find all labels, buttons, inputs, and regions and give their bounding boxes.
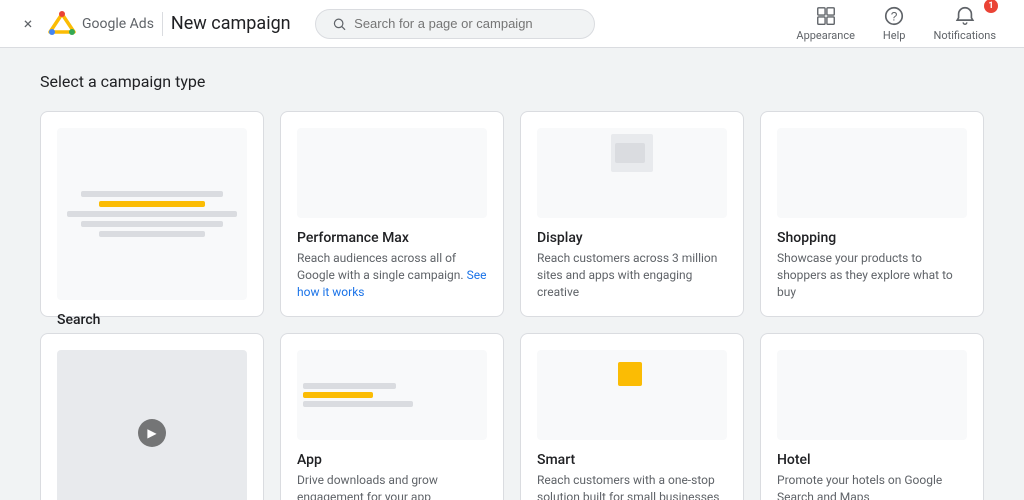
campaign-card-video[interactable]: ▶ Video Reach viewers on YouTube and get… [40,333,264,500]
app-card-name: App [297,452,487,468]
help-button[interactable]: ? Help [871,1,918,46]
google-ads-logo-icon [48,10,76,38]
content-area: Select a campaign type Search Get in fro… [0,48,1024,500]
notifications-button[interactable]: 1 Notifications [921,1,1008,46]
perf-card-desc: Reach audiences across all of Google wit… [297,250,487,300]
app-card-desc: Drive downloads and grow engagement for … [297,472,487,500]
help-icon: ? [883,5,905,27]
campaign-card-performance-max[interactable]: Performance Max Reach audiences across a… [280,111,504,317]
smart-card-name: Smart [537,452,727,468]
app-thumbnail [297,350,487,440]
smart-card-desc: Reach customers with a one-stop solution… [537,472,727,500]
shopping-thumbnail [777,128,967,218]
play-icon: ▶ [138,419,166,447]
header-divider [162,12,163,36]
appearance-icon [815,5,837,27]
page-title: New campaign [171,13,291,34]
smart-thumbnail [537,350,727,440]
app-container: × Google Ads New campaign [0,0,1024,500]
google-ads-logo: Google Ads [48,10,154,38]
logo-text: Google Ads [82,16,154,32]
appearance-button[interactable]: Appearance [784,1,867,46]
appearance-label: Appearance [796,29,855,42]
header: × Google Ads New campaign [0,0,1024,48]
help-label: Help [883,29,906,42]
display-card-desc: Reach customers across 3 million sites a… [537,250,727,300]
header-left: × Google Ads New campaign [16,10,291,38]
header-actions: Appearance ? Help 1 Notifications [784,1,1008,46]
video-thumbnail: ▶ [57,350,247,500]
campaign-card-app[interactable]: App Drive downloads and grow engagement … [280,333,504,500]
section-title: Select a campaign type [40,72,984,91]
perf-card-name: Performance Max [297,230,487,246]
display-thumbnail [537,128,727,218]
shopping-card-desc: Showcase your products to shoppers as th… [777,250,967,300]
notifications-icon [954,5,976,27]
shopping-card-name: Shopping [777,230,967,246]
close-button[interactable]: × [16,12,40,36]
hotel-thumbnail [777,350,967,440]
svg-text:?: ? [891,10,898,24]
hotel-card-name: Hotel [777,452,967,468]
display-card-name: Display [537,230,727,246]
campaign-card-display[interactable]: Display Reach customers across 3 million… [520,111,744,317]
notification-badge: 1 [984,0,998,13]
campaign-grid: Search Get in front of high-intent custo… [40,111,984,500]
notifications-label: Notifications [933,29,996,42]
main-content: Select a campaign type Search Get in fro… [0,48,1024,500]
search-card-name: Search [57,312,247,328]
perf-thumbnail [297,128,487,218]
search-thumbnail [57,128,247,300]
campaign-card-hotel[interactable]: Hotel Promote your hotels on Google Sear… [760,333,984,500]
campaign-card-search[interactable]: Search Get in front of high-intent custo… [40,111,264,317]
search-bar[interactable] [315,9,595,39]
campaign-card-shopping[interactable]: Shopping Showcase your products to shopp… [760,111,984,317]
close-icon: × [24,14,33,33]
search-icon [332,16,347,32]
campaign-card-smart[interactable]: Smart Reach customers with a one-stop so… [520,333,744,500]
search-input[interactable] [354,16,577,31]
hotel-card-desc: Promote your hotels on Google Search and… [777,472,967,500]
